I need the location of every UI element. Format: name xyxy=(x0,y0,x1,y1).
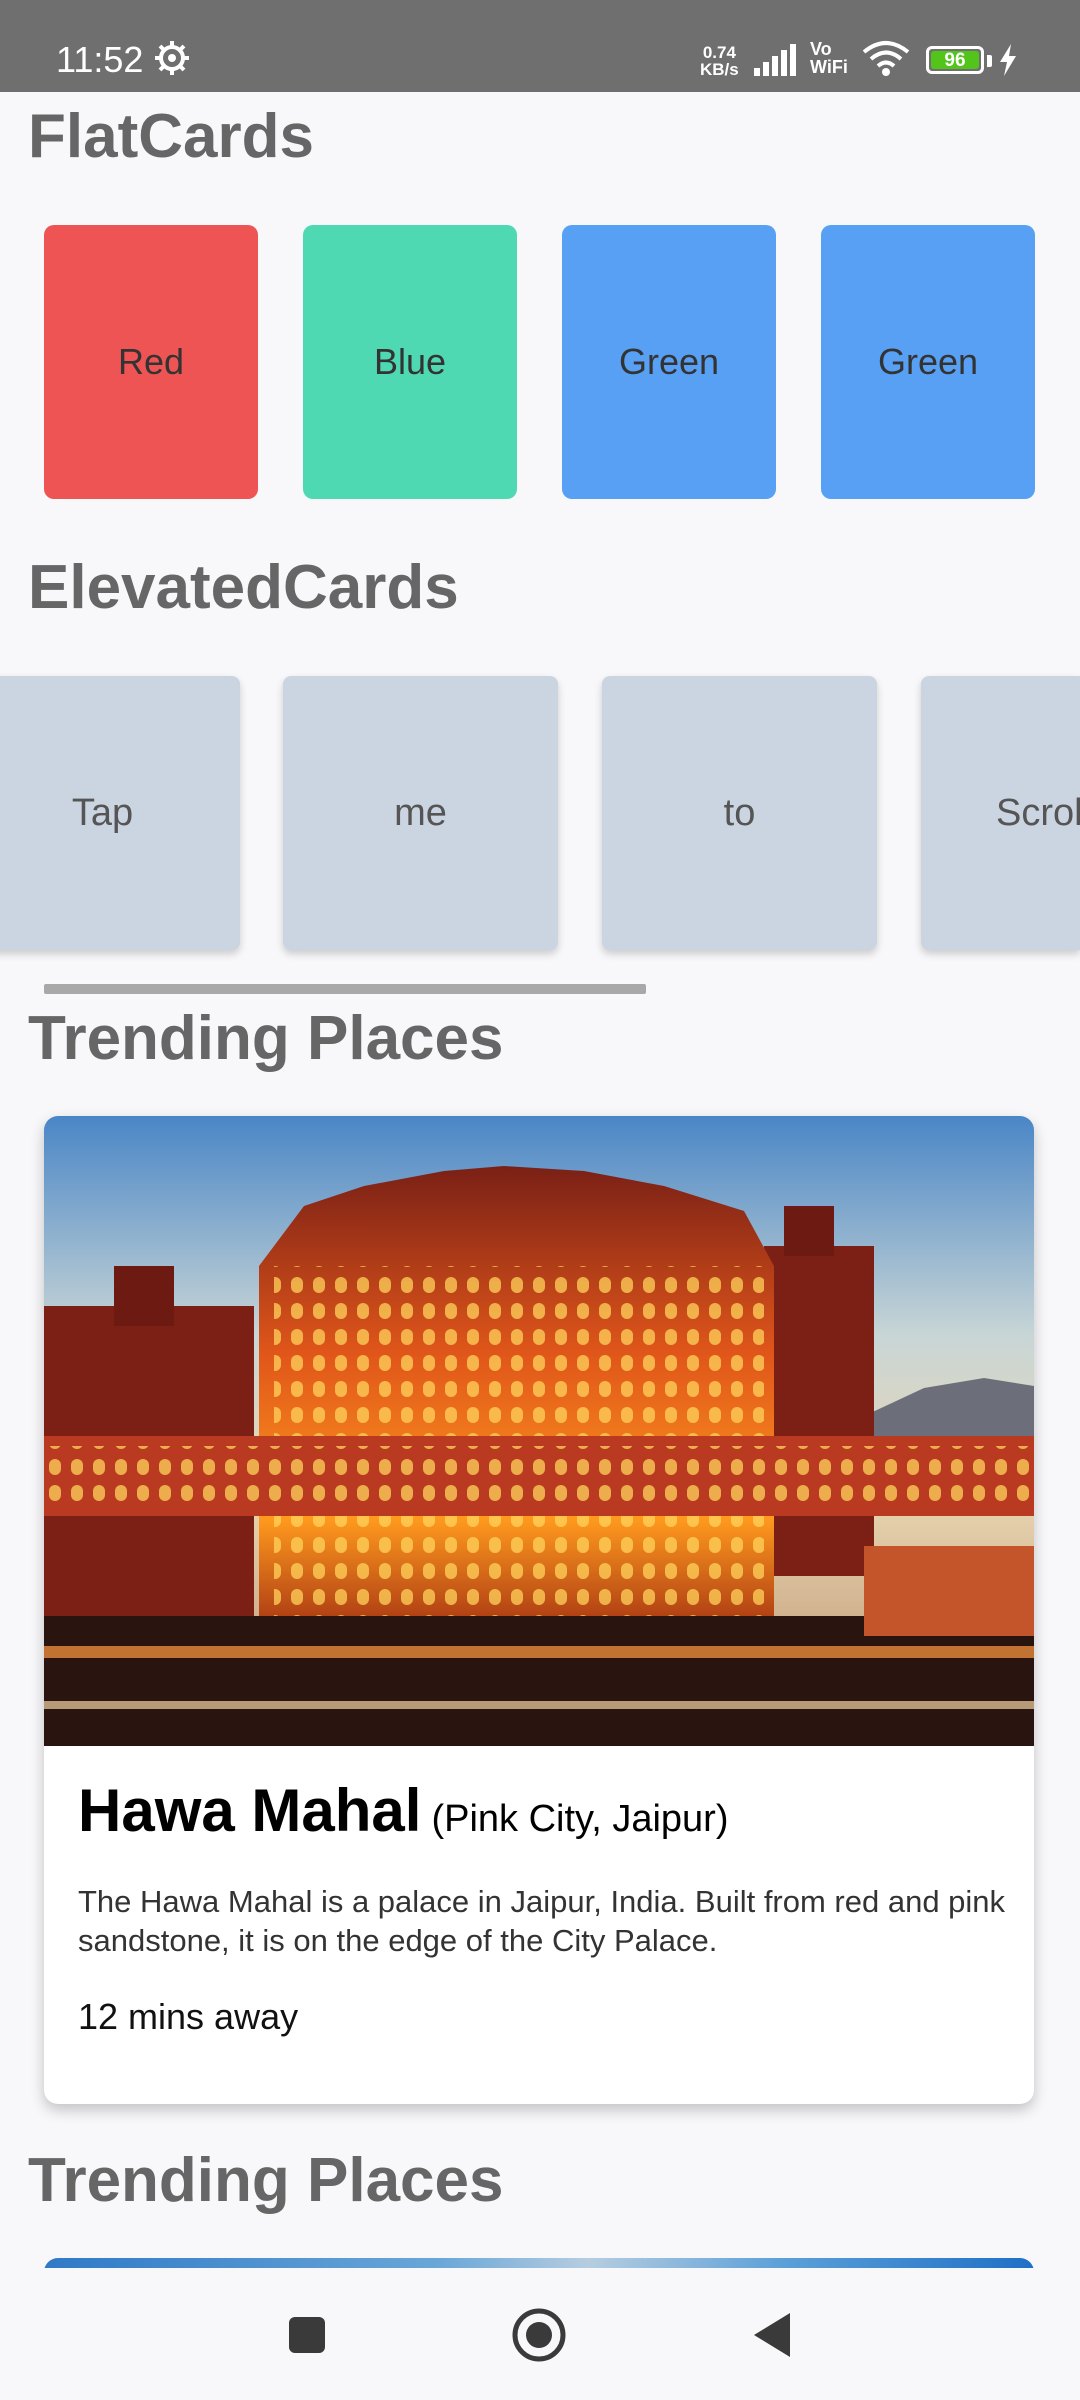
trending-places-heading: Trending Places xyxy=(28,1004,504,1073)
network-speed-value: 0.74 xyxy=(702,43,736,62)
flat-card-label: Blue xyxy=(373,341,447,382)
flat-card-red[interactable]: Red xyxy=(44,225,258,499)
horizontal-scrollbar[interactable] xyxy=(44,984,646,994)
back-triangle-icon[interactable] xyxy=(752,2311,792,2359)
gear-icon xyxy=(155,41,189,75)
network-speed: 0.74 KB/s xyxy=(700,44,739,78)
place-location: (Pink City, Jaipur) xyxy=(431,1798,729,1840)
place-card[interactable]: Hawa Mahal (Pink City, Jaipur) The Hawa M… xyxy=(44,1116,1034,2104)
flat-card-blue[interactable]: Blue xyxy=(303,225,517,499)
place-name: Hawa Mahal xyxy=(78,1777,422,1844)
elevated-card[interactable]: Scroll xyxy=(921,676,1080,950)
elevated-card[interactable]: me xyxy=(283,676,558,950)
battery-cap xyxy=(987,55,992,67)
flatcards-heading: FlatCards xyxy=(28,102,314,171)
place-description: The Hawa Mahal is a palace in Jaipur, In… xyxy=(78,1884,1006,1958)
place-image xyxy=(44,1116,1034,1746)
trending-places-heading-2: Trending Places xyxy=(28,2146,504,2215)
elevated-card-label: Tap xyxy=(71,791,134,834)
place-distance: 12 mins away xyxy=(78,1996,299,2037)
flat-card-green[interactable]: Green xyxy=(562,225,776,499)
status-bar: 11:52 0.74 KB/s Vo WiFi 96 xyxy=(0,0,1080,92)
wifi-label: WiFi xyxy=(810,57,848,77)
elevated-card[interactable]: to xyxy=(602,676,877,950)
signal-icon xyxy=(754,44,796,76)
home-circle-icon[interactable] xyxy=(511,2307,567,2363)
flat-card-green-2[interactable]: Green xyxy=(821,225,1035,499)
wifi-icon xyxy=(862,41,910,76)
flat-card-label: Green xyxy=(877,341,979,382)
flat-card-label: Green xyxy=(618,341,720,382)
elevated-card-label: to xyxy=(723,791,756,834)
status-time: 11:52 xyxy=(56,39,144,80)
vowifi-indicator: Vo WiFi xyxy=(810,40,848,76)
elevated-card-label: Scroll xyxy=(996,791,1080,834)
place-title: Hawa Mahal (Pink City, Jaipur) xyxy=(78,1776,728,1845)
flat-card-label: Red xyxy=(117,341,185,382)
battery-level: 96 xyxy=(931,51,979,71)
network-speed-unit: KB/s xyxy=(700,60,739,79)
vo-label: Vo xyxy=(810,39,832,59)
elevatedcards-heading: ElevatedCards xyxy=(28,553,459,622)
battery-icon: 96 xyxy=(926,46,984,74)
recents-square-icon[interactable] xyxy=(287,2315,327,2355)
charging-bolt-icon xyxy=(1000,44,1016,76)
elevated-card[interactable]: Tap xyxy=(0,676,240,950)
elevated-card-label: me xyxy=(394,791,447,834)
